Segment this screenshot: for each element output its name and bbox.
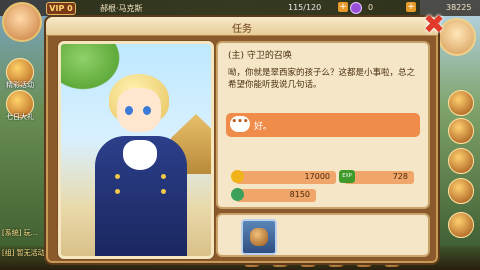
reply-option[interactable]: ••• 好。 — [226, 113, 420, 137]
exp-icon: EXP — [339, 170, 355, 183]
dialog-title: 任务 — [232, 24, 252, 35]
npc-eye — [125, 106, 133, 115]
close-button[interactable]: ✖ — [420, 11, 448, 39]
reward-exp-value: 728 — [392, 172, 408, 181]
npc-face — [117, 88, 161, 132]
reward-gold-value: 17000 — [304, 172, 330, 181]
quest-dialog: 任务 ✖ (主) 守卫的召唤 呦，你就是翠西家的孩子么？这都是小事啦，总之希望你… — [44, 11, 445, 265]
reward-swirl-value: 8150 — [289, 190, 310, 199]
add-energy-button[interactable]: + — [338, 2, 348, 12]
achievement-icon[interactable] — [448, 118, 474, 144]
gem-counter: 0 — [368, 3, 374, 12]
vip-badge[interactable]: VIP 0 — [46, 2, 76, 15]
bag-icon[interactable] — [448, 178, 474, 204]
player-name: 郝根·马克斯 — [100, 4, 143, 13]
energy-counter: 115/120 — [288, 3, 322, 12]
events-label: 精彩活动 — [6, 81, 34, 89]
quest-description: 呦，你就是翠西家的孩子么？这都是小事啦，总之希望你能听我说几句话。 — [228, 68, 416, 90]
add-gem-button[interactable]: + — [406, 2, 416, 12]
npc-portrait — [58, 41, 214, 259]
scroll-item-icon — [250, 228, 268, 246]
reward-gold: 17000 — [231, 170, 336, 184]
npc-eye — [143, 106, 151, 115]
reply-text: 好。 — [254, 122, 273, 132]
seven-day-gift-label: 七日大礼 — [6, 113, 34, 121]
swirl-icon — [231, 188, 244, 201]
top-status-bar: VIP 0 郝根·马克斯 115/120 + 0 + 38225 — [0, 0, 480, 16]
gem-icon — [350, 2, 362, 14]
gold-coin-icon — [231, 170, 244, 183]
character-icon[interactable] — [448, 148, 474, 174]
chat-line[interactable]: [系统] 玩... — [2, 228, 37, 238]
coat-button — [161, 189, 166, 194]
reward-item-slot[interactable] — [241, 219, 277, 255]
gold-counter: 38225 — [446, 3, 472, 12]
reward-exp: EXP 728 — [339, 170, 414, 184]
coat-button — [115, 174, 120, 179]
coat-button — [115, 189, 120, 194]
quest-name: (主) 守卫的召唤 — [228, 51, 292, 61]
reward-items-panel — [216, 213, 430, 257]
quest-info-panel: (主) 守卫的召唤 呦，你就是翠西家的孩子么？这都是小事啦，总之希望你能听我说几… — [216, 41, 430, 209]
shop-icon[interactable] — [448, 90, 474, 116]
player-avatar[interactable] — [2, 2, 42, 42]
speech-bubble-icon: ••• — [230, 116, 250, 132]
coat-button — [161, 174, 166, 179]
reward-swirl: 8150 — [231, 188, 316, 202]
npc-cravat — [123, 140, 157, 170]
dialog-title-bar: 任务 — [46, 17, 438, 36]
settings-icon[interactable] — [448, 212, 474, 238]
